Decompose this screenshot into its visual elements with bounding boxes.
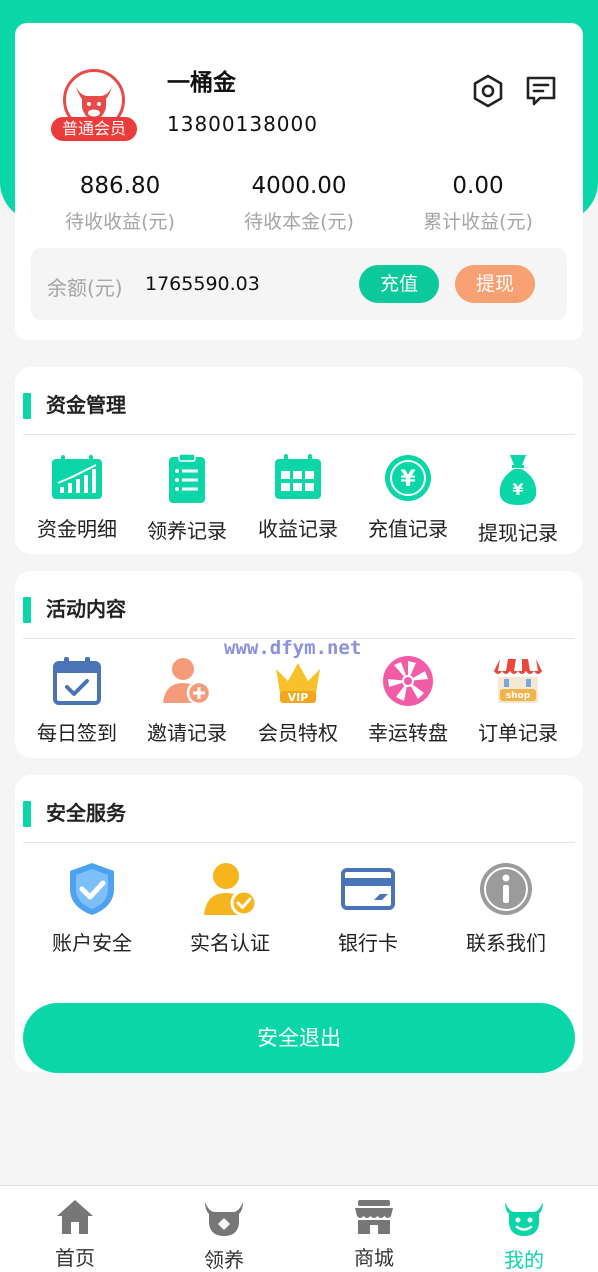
withdraw-records-item[interactable]: ¥ 提现记录 (473, 453, 563, 546)
stat-label: 累计收益(元) (423, 211, 533, 233)
divider (23, 434, 575, 435)
shield-check-icon (70, 863, 114, 915)
phone-number: 13800138000 (167, 112, 318, 136)
message-icon[interactable] (523, 73, 559, 109)
stat-pending-principal: 4000.00 待收本金(元) (204, 173, 394, 234)
stat-pending-profit: 886.80 待收收益(元) (25, 173, 215, 234)
stat-value: 0.00 (452, 173, 504, 199)
bank-card-icon (341, 868, 395, 910)
item-label: 充值记录 (368, 517, 448, 541)
tab-label: 我的 (504, 1248, 544, 1272)
item-label: 领养记录 (147, 519, 227, 543)
tab-label: 领养 (204, 1248, 244, 1272)
account-security-item[interactable]: 账户安全 (42, 861, 142, 956)
item-label: 每日签到 (37, 721, 117, 745)
stat-total-profit: 0.00 累计收益(元) (383, 173, 573, 234)
vip-privileges-item[interactable]: VIP 会员特权 (253, 655, 343, 746)
chart-icon (52, 455, 102, 499)
adoption-records-item[interactable]: 领养记录 (142, 453, 232, 544)
svg-text:shop: shop (506, 691, 531, 701)
checkin-calendar-icon (53, 657, 101, 705)
item-label: 幸运转盘 (368, 721, 448, 745)
recharge-records-item[interactable]: ¥ 充值记录 (363, 453, 453, 542)
store-icon (355, 1200, 393, 1234)
tab-label: 首页 (55, 1246, 95, 1270)
order-records-item[interactable]: shop 订单记录 (473, 655, 563, 746)
tab-mine[interactable]: 我的 (449, 1198, 598, 1272)
activity-section: 活动内容 每日签到 邀请记录 VIP 会员特权 幸运转盘 shop 订单记录 (15, 571, 583, 758)
item-label: 收益记录 (258, 517, 338, 541)
logout-button[interactable]: 安全退出 (23, 1003, 575, 1073)
profile-card: 普通会员 一桶金 13800138000 886.80 待收收益(元) 4000… (15, 23, 583, 340)
svg-text:¥: ¥ (512, 480, 523, 499)
item-label: 订单记录 (478, 721, 558, 745)
clipboard-icon (169, 453, 205, 503)
stat-value: 886.80 (79, 173, 161, 199)
username: 一桶金 (167, 70, 236, 96)
wheel-icon (383, 656, 433, 706)
add-user-icon (163, 658, 212, 706)
real-name-auth-item[interactable]: 实名认证 (180, 861, 280, 956)
tab-store[interactable]: 商城 (299, 1198, 449, 1271)
item-label: 会员特权 (258, 721, 338, 745)
profit-records-item[interactable]: 收益记录 (253, 453, 343, 542)
svg-text:VIP: VIP (288, 691, 309, 704)
fund-details-item[interactable]: 资金明细 (32, 453, 122, 542)
member-level-badge: 普通会员 (51, 117, 137, 141)
vip-crown-icon: VIP (276, 663, 320, 704)
tab-adopt[interactable]: 领养 (149, 1198, 299, 1272)
balance-label: 余额(元) (47, 276, 123, 300)
bottom-tab-bar: 首页 领养 商城 我的 (0, 1185, 598, 1272)
yen-coin-icon: ¥ (385, 455, 431, 501)
item-label: 账户安全 (52, 931, 132, 955)
balance-bar: 余额(元) 1765590.03 充值 提现 (31, 248, 567, 320)
section-accent-bar (23, 801, 31, 827)
stat-value: 4000.00 (251, 173, 347, 199)
section-accent-bar (23, 393, 31, 419)
item-label: 银行卡 (338, 931, 398, 955)
section-title: 活动内容 (46, 597, 126, 621)
watermark: www.dfym.net (224, 637, 362, 659)
home-icon (57, 1200, 93, 1234)
section-accent-bar (23, 597, 31, 623)
contact-us-item[interactable]: 联系我们 (456, 861, 556, 956)
settings-icon[interactable] (470, 73, 506, 109)
shop-icon: shop (494, 659, 542, 703)
item-label: 实名认证 (190, 931, 270, 955)
calendar-icon (275, 454, 321, 499)
bank-card-item[interactable]: 银行卡 (318, 861, 418, 956)
tab-home[interactable]: 首页 (0, 1198, 150, 1271)
info-icon (480, 863, 532, 915)
divider (23, 842, 575, 843)
stat-label: 待收本金(元) (244, 211, 354, 233)
withdraw-button[interactable]: 提现 (455, 265, 535, 303)
item-label: 联系我们 (466, 931, 546, 955)
recharge-button[interactable]: 充值 (359, 265, 439, 303)
balance-value: 1765590.03 (145, 273, 260, 295)
stat-label: 待收收益(元) (65, 211, 175, 233)
section-title: 安全服务 (46, 801, 126, 825)
bull-icon (205, 1202, 243, 1236)
daily-checkin-item[interactable]: 每日签到 (32, 655, 122, 746)
profile-bull-icon (505, 1202, 543, 1236)
fund-management-section: 资金管理 资金明细 领养记录 收益记录 ¥ 充值记录 ¥ 提现记录 (15, 367, 583, 554)
lucky-wheel-item[interactable]: 幸运转盘 (363, 655, 453, 746)
tab-label: 商城 (354, 1246, 394, 1270)
invite-records-item[interactable]: 邀请记录 (142, 655, 232, 746)
item-label: 邀请记录 (147, 721, 227, 745)
item-label: 提现记录 (478, 521, 558, 545)
verified-user-icon (204, 863, 258, 917)
section-title: 资金管理 (46, 393, 126, 417)
money-bag-icon: ¥ (499, 455, 537, 505)
svg-text:¥: ¥ (400, 467, 416, 492)
item-label: 资金明细 (37, 517, 117, 541)
